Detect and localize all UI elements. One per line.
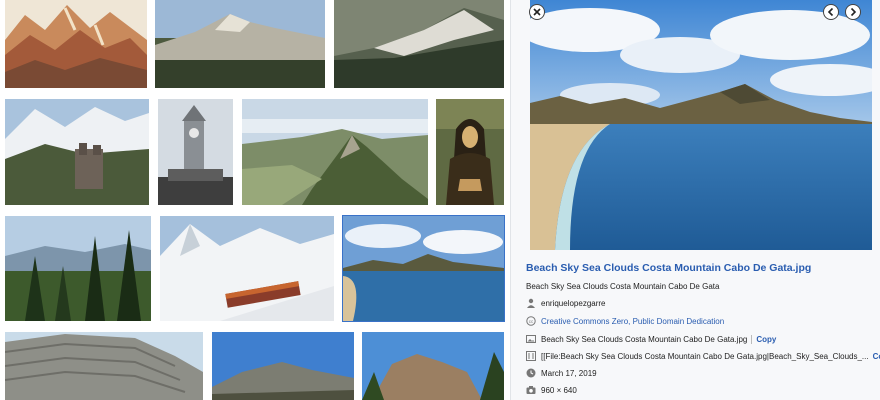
- chevron-right-icon: [850, 7, 857, 17]
- date-row: March 17, 2019: [526, 368, 597, 378]
- thumbnail-rocky-mountain-slope[interactable]: [334, 0, 504, 88]
- thumbnail-mountain-blue-sky[interactable]: [212, 332, 354, 400]
- camera-icon: [526, 386, 536, 394]
- thumbnail-image: [343, 216, 504, 321]
- thumbnail-mona-lisa-painting[interactable]: [436, 99, 504, 205]
- thumbnail-layered-rock-formation[interactable]: [5, 332, 203, 400]
- filename-text: Beach Sky Sea Clouds Costa Mountain Cabo…: [541, 334, 748, 344]
- license-link[interactable]: Creative Commons Zero, Public Domain Ded…: [541, 317, 724, 326]
- license-row: cc Creative Commons Zero, Public Domain …: [526, 316, 724, 326]
- preview-image-graphic: [530, 0, 872, 250]
- author-row: enriquelopezgarre: [526, 298, 606, 308]
- image-grid: [0, 0, 510, 400]
- thumbnail-snow-train[interactable]: [160, 216, 334, 321]
- thumbnail-mountain-ridge[interactable]: [155, 0, 325, 88]
- copy-wikitext-button[interactable]: Copy: [873, 352, 880, 361]
- thumbnail-image: [436, 99, 504, 205]
- thumbnail-image: [5, 99, 149, 205]
- preview-panel: Beach Sky Sea Clouds Costa Mountain Cabo…: [510, 0, 880, 400]
- dimensions-row: 960 × 640: [526, 385, 577, 395]
- thumbnail-beach-sea-mountain[interactable]: [342, 215, 505, 322]
- clock-icon: [526, 368, 536, 378]
- user-icon: [527, 298, 535, 308]
- filename-row: Beach Sky Sea Clouds Costa Mountain Cabo…: [526, 334, 776, 344]
- next-image-button[interactable]: [845, 4, 861, 20]
- thumbnail-image: [5, 332, 203, 400]
- thumbnail-image: [160, 216, 334, 321]
- dimensions-text: 960 × 640: [541, 385, 577, 395]
- thumbnail-clock-tower[interactable]: [158, 99, 233, 205]
- thumbnail-image: [5, 0, 147, 88]
- wikitext-text: [[File:Beach Sky Sea Clouds Costa Mounta…: [541, 351, 869, 361]
- image-file-icon: [526, 335, 536, 343]
- thumbnail-snowy-mountains-castle[interactable]: [5, 99, 149, 205]
- code-embed-icon: [526, 351, 536, 361]
- thumbnail-image: [242, 99, 428, 205]
- description-text: Beach Sky Sea Clouds Costa Mountain Cabo…: [526, 282, 720, 291]
- thumbnail-green-mountain-peak[interactable]: [242, 99, 428, 205]
- thumbnail-image: [334, 0, 504, 88]
- thumbnail-image: [5, 216, 151, 321]
- date-text: March 17, 2019: [541, 368, 597, 378]
- creative-commons-icon: cc: [526, 316, 536, 326]
- thumbnail-image: [212, 332, 354, 400]
- image-description: Beach Sky Sea Clouds Costa Mountain Cabo…: [526, 282, 719, 291]
- previous-image-button[interactable]: [823, 4, 839, 20]
- image-title[interactable]: Beach Sky Sea Clouds Costa Mountain Cabo…: [526, 262, 811, 274]
- wikitext-row: [[File:Beach Sky Sea Clouds Costa Mounta…: [526, 351, 880, 361]
- copy-filename-button[interactable]: Copy: [751, 334, 776, 344]
- thumbnail-image: [362, 332, 504, 400]
- thumbnail-rocky-peak-trees[interactable]: [362, 332, 504, 400]
- chevron-left-icon: [827, 7, 834, 17]
- author-name: enriquelopezgarre: [541, 298, 606, 308]
- thumbnail-image: [158, 99, 233, 205]
- thumbnail-pine-forest[interactable]: [5, 216, 151, 321]
- preview-image[interactable]: [530, 0, 872, 250]
- close-button[interactable]: [529, 4, 545, 20]
- thumbnail-image: [155, 0, 325, 88]
- close-icon: [533, 8, 541, 16]
- thumbnail-mountain-painting[interactable]: [5, 0, 147, 88]
- svg-text:cc: cc: [529, 319, 534, 324]
